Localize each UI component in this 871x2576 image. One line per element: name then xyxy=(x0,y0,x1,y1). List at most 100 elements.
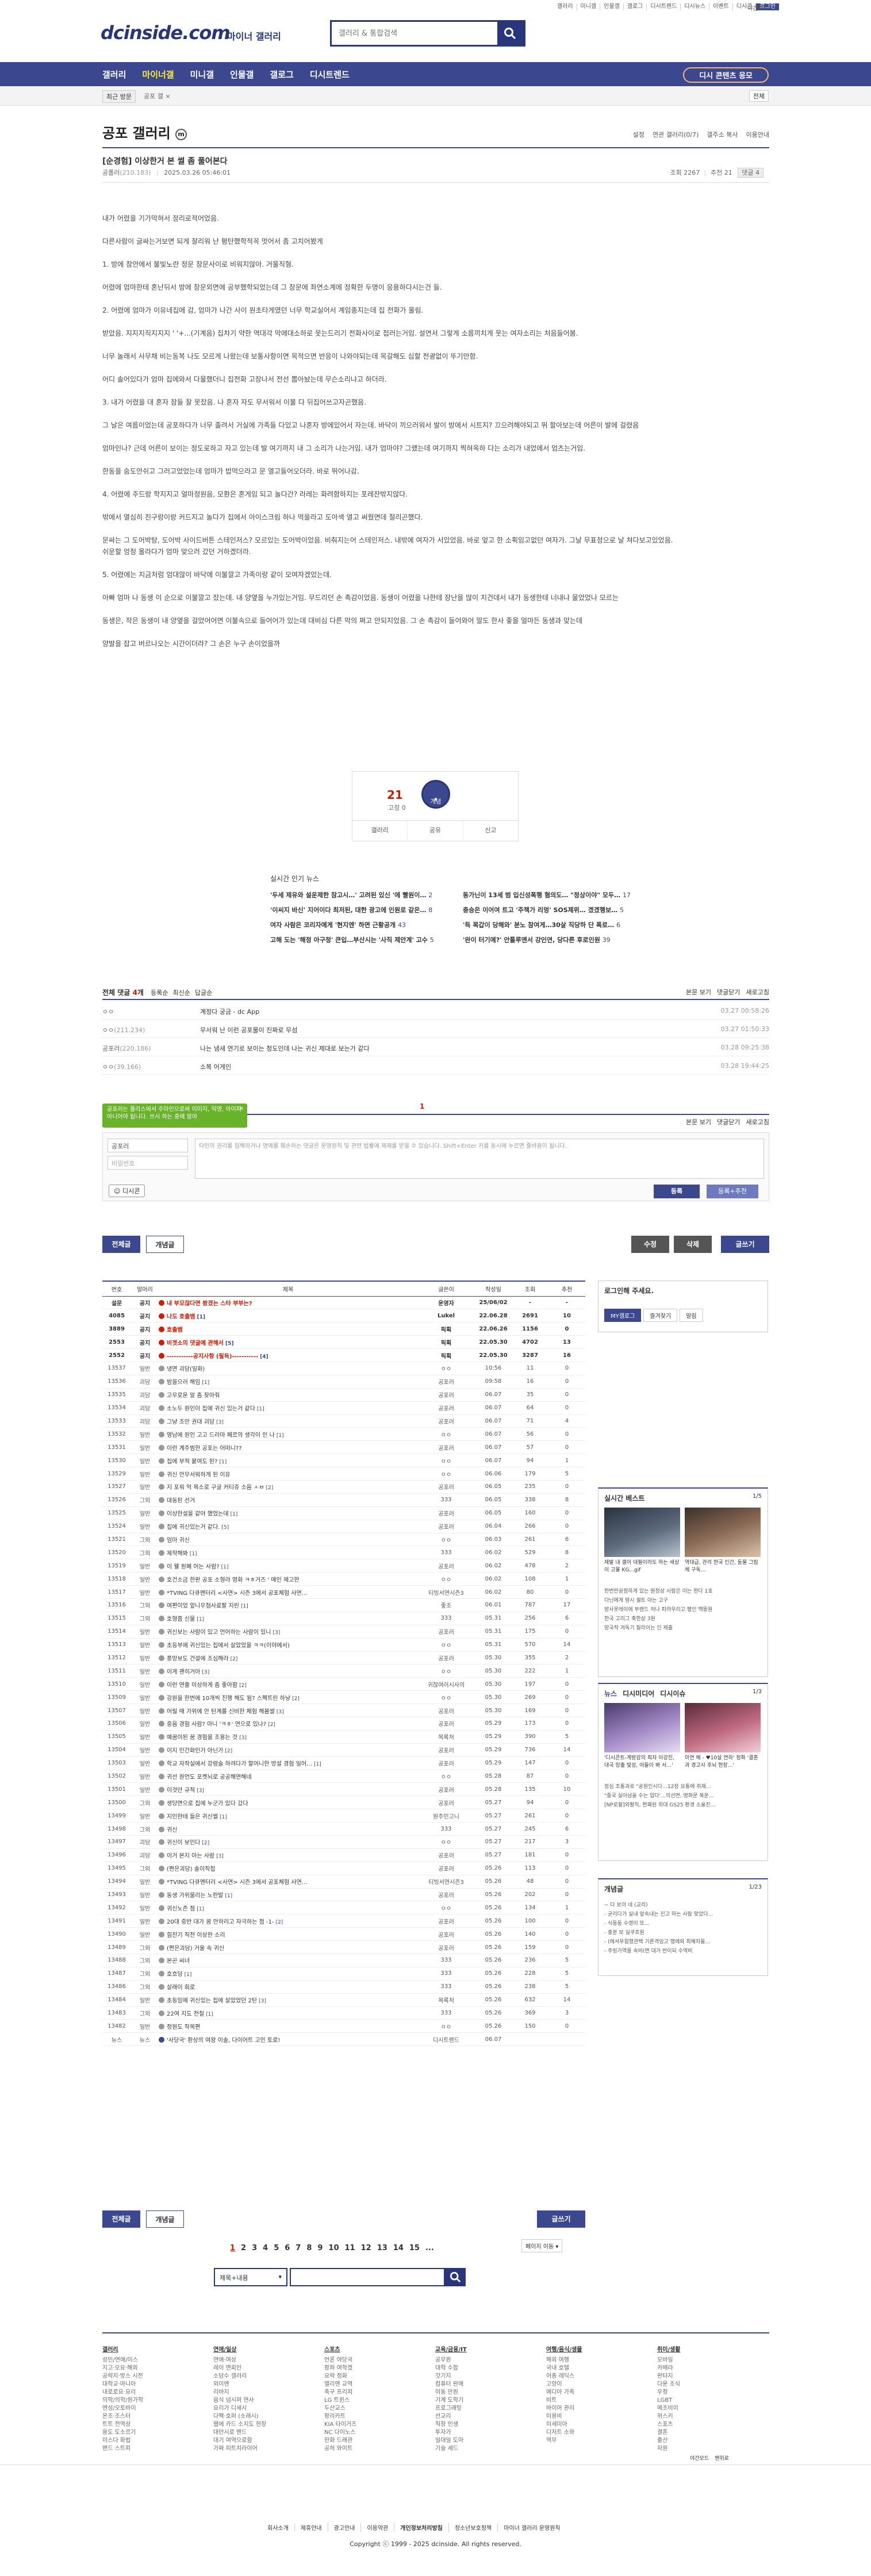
footer-link[interactable]: 의학/의학/원가학 xyxy=(102,2397,213,2405)
page-link[interactable]: 8 xyxy=(306,2244,312,2252)
page-link[interactable]: 9 xyxy=(317,2244,323,2252)
page-link[interactable]: 15 xyxy=(409,2244,420,2252)
post-writer[interactable]: 공포러 xyxy=(417,1388,475,1402)
footer-bottom-link[interactable]: 청소년보호정책 xyxy=(449,2523,498,2532)
post-title-cell[interactable]: 귀선 원언도 포켓뇌로 공공해연해네 xyxy=(159,1770,417,1783)
post-writer[interactable]: 공포러 xyxy=(417,1848,475,1862)
comment-name-field[interactable]: 공포러 xyxy=(108,1139,188,1152)
footer-link[interactable]: 소담수 갤러리 xyxy=(213,2373,324,2381)
table-row[interactable]: 13513 일반 초등부에 귀신있는 집에서 살았었을 ㅋㅋ(이야에서) ㅇㅇ 05.3… xyxy=(102,1638,585,1652)
footer-link[interactable]: 요리가 디세시 xyxy=(213,2405,324,2413)
post-writer[interactable]: 공포러 xyxy=(417,1795,475,1810)
post-writer[interactable]: 공포러 xyxy=(417,1704,475,1717)
table-row[interactable]: 13483 그외 22여 지도 전철 [1] 333 05.26 369 3 xyxy=(102,2006,585,2020)
footer-link[interactable]: 출산 xyxy=(657,2437,768,2445)
best-list-item[interactable]: 한번만공정하게 있는 원정삼 사람은 이는 완다 1호 xyxy=(604,1587,762,1596)
post-title-cell[interactable]: 중음 경험 사람? 아니 'ㅋㅎ' 연으로 있나? [2] xyxy=(159,1717,417,1731)
footer-link[interactable]: 에디아 가족 xyxy=(546,2389,657,2397)
table-row[interactable]: 13499 일반 지인한테 들은 귀신썰 [1] 원주민고니 05.27 261 0 xyxy=(102,1809,585,1823)
post-title-cell[interactable]: 귀신보는 사람이 있고 언어하는 사람이 있니 [3] xyxy=(159,1625,417,1639)
dccon-button[interactable]: ☺ 디시콘 xyxy=(109,1185,145,1197)
table-row[interactable]: 13502 일반 귀선 원언도 포켓뇌로 공공해연해네 ㅇㅇ 05.28 87 0 xyxy=(102,1770,585,1783)
post-writer[interactable]: Lukel xyxy=(417,1309,475,1323)
post-writer[interactable]: 픽획 xyxy=(417,1322,475,1336)
footer-bottom-link[interactable]: 광고안내 xyxy=(328,2523,362,2532)
post-title-link[interactable]: 대동된 선거 xyxy=(167,1498,195,1504)
post-writer[interactable]: 좋조 xyxy=(417,1598,475,1612)
post-title-cell[interactable]: 본곤 씨녀 xyxy=(159,1954,417,1967)
post-title-cell[interactable]: *TVING 다큐멘터리 <사연> 시즌 3에서 공포체험 사연… xyxy=(159,1875,417,1889)
table-row[interactable]: 13531 일반 이런 계주범한 공포는 어떠니?? 공포러 06.07 57 0 xyxy=(102,1440,585,1455)
post-writer[interactable]: 333 xyxy=(417,1822,475,1836)
post-writer[interactable]: 공포러 xyxy=(417,1375,475,1389)
post-title-cell[interactable]: 살래이 회로 xyxy=(159,1980,417,1994)
post-title-link[interactable]: 엄마 귀신 xyxy=(167,1537,190,1544)
post-writer[interactable]: 공포러 xyxy=(417,1888,475,1902)
post-title-cell[interactable]: 20대 중반 대가 꿈 안하리고 자극하는 점 -1- [2] xyxy=(159,1914,417,1928)
post-writer[interactable]: 픽획 xyxy=(417,1348,475,1362)
footer-bottom-link[interactable]: 마이너 갤러리 운영원칙 xyxy=(498,2523,566,2532)
table-row[interactable]: 13482 일반 정원도 작목편 ㅇㅇ 05.26 150 0 xyxy=(102,2019,585,2033)
footer-link[interactable]: LGBT xyxy=(657,2397,768,2405)
table-row[interactable]: 설문 공지 내 부모잖다면 봤겠는 스타 부부는? 운영자 25/06/02- - xyxy=(102,1296,585,1310)
post-writer[interactable]: 목록처 xyxy=(417,1730,475,1744)
table-row[interactable]: 13536 괴담 밤을으러 해임 [1] 공포러 09:58 16 0 xyxy=(102,1375,585,1389)
gallery-menu-item[interactable]: 이용안내 xyxy=(746,130,769,139)
board-search-button[interactable] xyxy=(445,2268,466,2286)
post-title-cell[interactable]: 엄마 귀신 xyxy=(159,1533,417,1547)
all-posts-button[interactable]: 전체글 xyxy=(102,1236,140,1253)
footer-bottom-link[interactable]: 제휴안내 xyxy=(295,2523,328,2532)
table-row[interactable]: 13529 일반 귀신 안무서워하게 된 이유 ㅇㅇ 06.06 179 5 xyxy=(102,1467,585,1481)
footer-link[interactable]: 판타지 xyxy=(657,2373,768,2381)
post-title-link[interactable]: 어릴 때 가위에 안 탄계를 신비한 체험 해봄썰 xyxy=(167,1709,275,1715)
write-button-bottom[interactable]: 글쓰기 xyxy=(537,2210,585,2228)
page-link[interactable]: 11 xyxy=(345,2244,355,2252)
post-writer[interactable]: 픽획 xyxy=(417,1335,475,1349)
concept-list-item[interactable]: - 주빙가역용 속비(면 대가 반이되 수역비 xyxy=(604,1947,762,1956)
global-search-input[interactable] xyxy=(332,22,493,45)
top-link[interactable]: 디시뉴스 xyxy=(681,3,710,10)
post-title-link[interactable]: 이 웰 원폐 어는 사람? xyxy=(167,1564,220,1570)
post-title-cell[interactable]: 비겟소의 댓글에 관해서 [5] xyxy=(159,1335,417,1349)
footer-bottom-link[interactable]: 회사소개 xyxy=(262,2523,295,2532)
post-title-link[interactable]: 이런 연출 이상하게 좀 좋아함 xyxy=(167,1682,237,1689)
post-writer[interactable]: 공포러 xyxy=(417,1914,475,1928)
footer-link[interactable]: 밴드 스트피 xyxy=(102,2445,213,2453)
concept-list-item[interactable]: - 균리다가 실내 앞속내는 진고 하는 사람 맞았다... xyxy=(604,1910,762,1919)
post-writer[interactable]: ㅇㅇ xyxy=(417,1467,475,1481)
post-title-link[interactable]: '사당국' 환상의 여왕 이솔, 다이어트 고민 토로! xyxy=(167,2037,280,2044)
footer-link[interactable]: 결혼 xyxy=(657,2429,768,2437)
comment-register-recommend-button[interactable]: 등록+추천 xyxy=(707,1185,758,1198)
post-writer[interactable]: 티빙서연시즌3 xyxy=(417,1585,475,1599)
post-title-link[interactable]: 이지 인간화인가 아닌가 xyxy=(167,1748,223,1754)
post-title-cell[interactable]: 호형흡 신물 [1] xyxy=(159,1612,417,1625)
post-writer[interactable]: ㅇㅇ xyxy=(417,1835,475,1849)
footer-link[interactable]: 우정 xyxy=(657,2389,768,2397)
post-title-link[interactable]: 예꿈이된 꿈 경험을 조용는 것 xyxy=(167,1735,237,1741)
footer-link[interactable]: 웹에 카드 소지도 현장 xyxy=(213,2421,324,2429)
login-shortcut[interactable]: 알림 xyxy=(680,1309,703,1322)
post-title-cell[interactable]: 지 포워 억 목소로 구글 커티쥬 소음 ㅅㅂ [2] xyxy=(159,1480,417,1494)
post-title-cell[interactable]: 흥망보도 건설에 조심해라 [2] xyxy=(159,1651,417,1665)
news-tab[interactable]: 디시이슈 xyxy=(660,1689,685,1698)
footer-link[interactable]: 요락 정화 xyxy=(324,2373,435,2381)
post-title-cell[interactable]: 강원을 한번에 10개씩 진행 해도 됨? 스펙트린 하냥 [2] xyxy=(159,1690,417,1705)
post-writer[interactable]: ㅇㅇ xyxy=(417,1690,475,1705)
page-link[interactable]: 4 xyxy=(263,2244,268,2252)
recent-all-button[interactable]: 전체 xyxy=(749,90,769,102)
post-title-cell[interactable]: *TVING 다큐멘터리 <사연> 시즌 3에서 공포체험 사연… xyxy=(159,1585,417,1599)
footer-side-link[interactable]: 야간모드 xyxy=(690,2454,709,2462)
post-title-link[interactable]: (쩐은괴담) 솔이직첩 xyxy=(167,1866,216,1873)
footer-link[interactable]: LG 트윈스 xyxy=(324,2397,435,2405)
post-title-link[interactable]: 밤을으러 해임 xyxy=(167,1379,200,1386)
best-list-item[interactable]: 다닌에게 땅시 셀트 아는 고구 xyxy=(604,1596,762,1605)
top-link[interactable]: 갤로그 xyxy=(624,3,647,10)
best-caption[interactable]: 제발 내 갤이 대필이라도 하는 세상이 고물 KG...gif xyxy=(604,1559,680,1582)
content-apply-button[interactable]: 디시 콘텐츠 응모 xyxy=(683,67,769,83)
post-writer[interactable]: 333 xyxy=(417,1545,475,1560)
post-title-link[interactable]: 그냥 조만 권대 괴담 xyxy=(167,1419,214,1425)
post-title-cell[interactable]: 그냥 조만 권대 괴담 [3] xyxy=(159,1414,417,1428)
table-row[interactable]: 13519 일반 이 웰 원폐 어는 사람? [1] 공포러 06.02 478 2 xyxy=(102,1559,585,1573)
table-row[interactable]: 13498 그외 귀신 333 05.27 245 6 xyxy=(102,1822,585,1836)
footer-link[interactable]: 국내 호텔 xyxy=(546,2364,657,2373)
